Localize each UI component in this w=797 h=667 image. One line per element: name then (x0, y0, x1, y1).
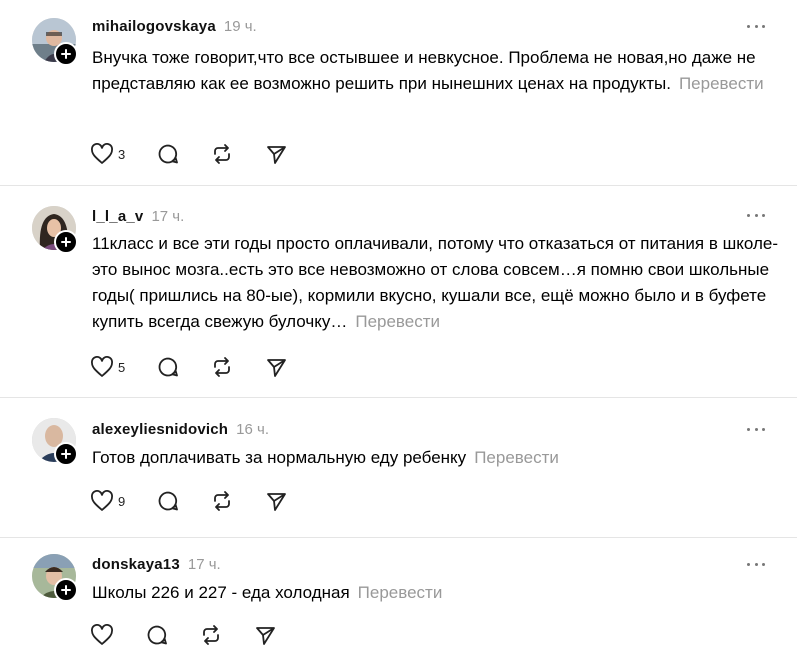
post-body: Внучка тоже говорит,что все остывшее и н… (92, 48, 756, 93)
timestamp[interactable]: 16 ч. (236, 421, 269, 438)
like-button[interactable]: 5 (90, 356, 125, 378)
post-header: alexeyliesnidovich 16 ч. (92, 419, 269, 439)
follow-button[interactable] (54, 442, 78, 466)
post-2: l_l_a_v 17 ч. 11класс и все эти годы про… (0, 186, 797, 398)
avatar-container[interactable] (32, 554, 78, 602)
like-count: 9 (118, 493, 126, 509)
follow-button[interactable] (54, 42, 78, 66)
avatar-container[interactable] (32, 206, 78, 254)
reply-button[interactable] (157, 356, 179, 378)
username[interactable]: alexeyliesnidovich (92, 421, 228, 438)
action-bar: 9 (90, 489, 319, 513)
comment-icon (147, 625, 167, 645)
send-icon (267, 146, 287, 164)
send-icon (267, 493, 287, 511)
repost-button[interactable] (211, 490, 233, 512)
post-text: Внучка тоже говорит,что все остывшее и н… (92, 45, 782, 97)
follow-button[interactable] (54, 578, 78, 602)
post-4: donskaya13 17 ч. Школы 226 и 227 - еда х… (0, 538, 797, 667)
translate-link[interactable]: Перевести (679, 74, 764, 93)
post-3: alexeyliesnidovich 16 ч. Готов доплачива… (0, 398, 797, 538)
comment-icon (158, 144, 179, 164)
repost-button[interactable] (211, 356, 233, 378)
post-text: Готов доплачивать за нормальную еду ребе… (92, 445, 782, 471)
reply-button[interactable] (157, 490, 179, 512)
post-header: l_l_a_v 17 ч. (92, 206, 184, 226)
post-body: Готов доплачивать за нормальную еду ребе… (92, 448, 467, 467)
plus-icon (61, 49, 71, 59)
action-bar (90, 623, 308, 647)
share-button[interactable] (265, 143, 287, 165)
comment-icon (158, 357, 179, 377)
comment-icon (158, 491, 179, 511)
heart-icon (91, 490, 113, 511)
heart-icon (91, 624, 113, 645)
share-button[interactable] (265, 490, 287, 512)
translate-link[interactable]: Перевести (355, 312, 440, 331)
repost-icon (214, 491, 231, 511)
like-button[interactable] (90, 624, 114, 646)
repost-icon (203, 625, 219, 645)
username[interactable]: l_l_a_v (92, 208, 143, 225)
action-bar: 3 (90, 142, 319, 166)
timestamp[interactable]: 17 ч. (188, 556, 221, 573)
post-body: Школы 226 и 227 - еда холодная (92, 583, 350, 602)
like-count: 3 (118, 146, 126, 162)
timestamp[interactable]: 19 ч. (224, 18, 257, 35)
translate-link[interactable]: Перевести (358, 583, 443, 602)
repost-icon (214, 144, 231, 164)
post-header: mihailogovskaya 19 ч. (92, 16, 257, 36)
plus-icon (61, 237, 71, 247)
avatar-container[interactable] (32, 418, 78, 466)
post-text: 11класс и все эти годы просто оплачивали… (92, 231, 782, 335)
send-icon (256, 627, 275, 645)
action-bar: 5 (90, 355, 319, 379)
more-dots-icon[interactable] (747, 426, 765, 432)
plus-icon (61, 449, 71, 459)
plus-icon (61, 585, 71, 595)
repost-button[interactable] (200, 624, 222, 646)
more-dots-icon[interactable] (747, 212, 765, 218)
heart-icon (91, 143, 113, 164)
follow-button[interactable] (54, 230, 78, 254)
like-button[interactable]: 3 (90, 143, 125, 165)
post-1: mihailogovskaya 19 ч. Внучка тоже говори… (0, 0, 797, 186)
repost-button[interactable] (211, 143, 233, 165)
translate-link[interactable]: Перевести (474, 448, 559, 467)
post-text: Школы 226 и 227 - еда холодная Перевести (92, 580, 782, 606)
share-button[interactable] (265, 356, 287, 378)
send-icon (267, 359, 287, 377)
reply-button[interactable] (146, 624, 168, 646)
heart-icon (91, 356, 113, 377)
reply-button[interactable] (157, 143, 179, 165)
repost-icon (214, 357, 231, 377)
timestamp[interactable]: 17 ч. (151, 208, 184, 225)
more-dots-icon[interactable] (747, 23, 765, 29)
username[interactable]: mihailogovskaya (92, 18, 216, 35)
like-count: 5 (118, 359, 126, 375)
more-dots-icon[interactable] (747, 561, 765, 567)
avatar-container[interactable] (32, 18, 78, 66)
like-button[interactable]: 9 (90, 490, 125, 512)
username[interactable]: donskaya13 (92, 556, 180, 573)
post-header: donskaya13 17 ч. (92, 554, 221, 574)
share-button[interactable] (254, 624, 276, 646)
